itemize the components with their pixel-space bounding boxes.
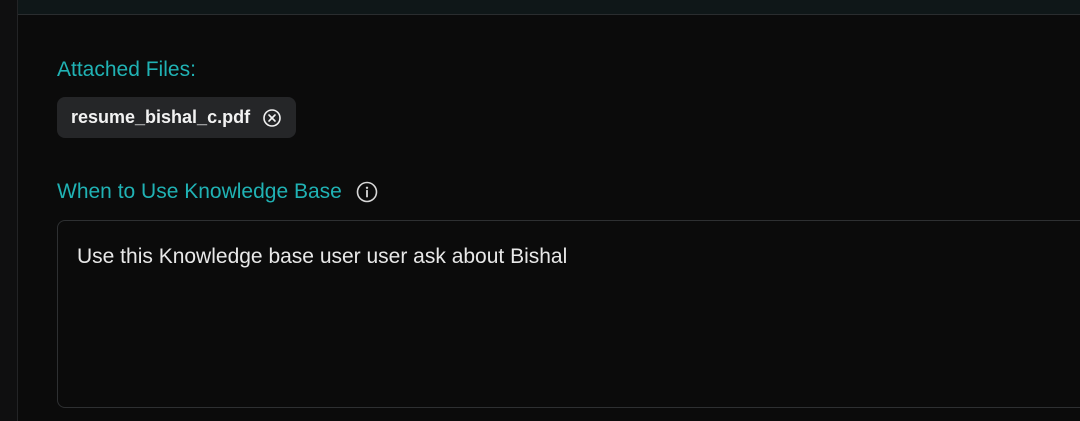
attached-file-chip: resume_bishal_c.pdf xyxy=(57,97,297,138)
knowledge-base-usage-text: Use this Knowledge base user user ask ab… xyxy=(77,245,568,268)
attached-files-label: Attached Files: xyxy=(57,58,196,81)
left-rail xyxy=(0,0,18,421)
attached-file-name: resume_bishal_c.pdf xyxy=(71,107,251,127)
knowledge-base-usage-heading: When to Use Knowledge Base xyxy=(57,179,378,205)
close-circle-icon xyxy=(263,108,281,127)
knowledge-base-usage-textarea[interactable]: Use this Knowledge base user user ask ab… xyxy=(57,220,1080,408)
knowledge-base-panel: Attached Files: resume_bishal_c.pdf When… xyxy=(0,0,1080,421)
info-icon[interactable] xyxy=(356,181,378,203)
remove-file-button[interactable] xyxy=(262,108,282,128)
knowledge-base-usage-label: When to Use Knowledge Base xyxy=(57,180,342,203)
top-strip xyxy=(18,0,1080,15)
